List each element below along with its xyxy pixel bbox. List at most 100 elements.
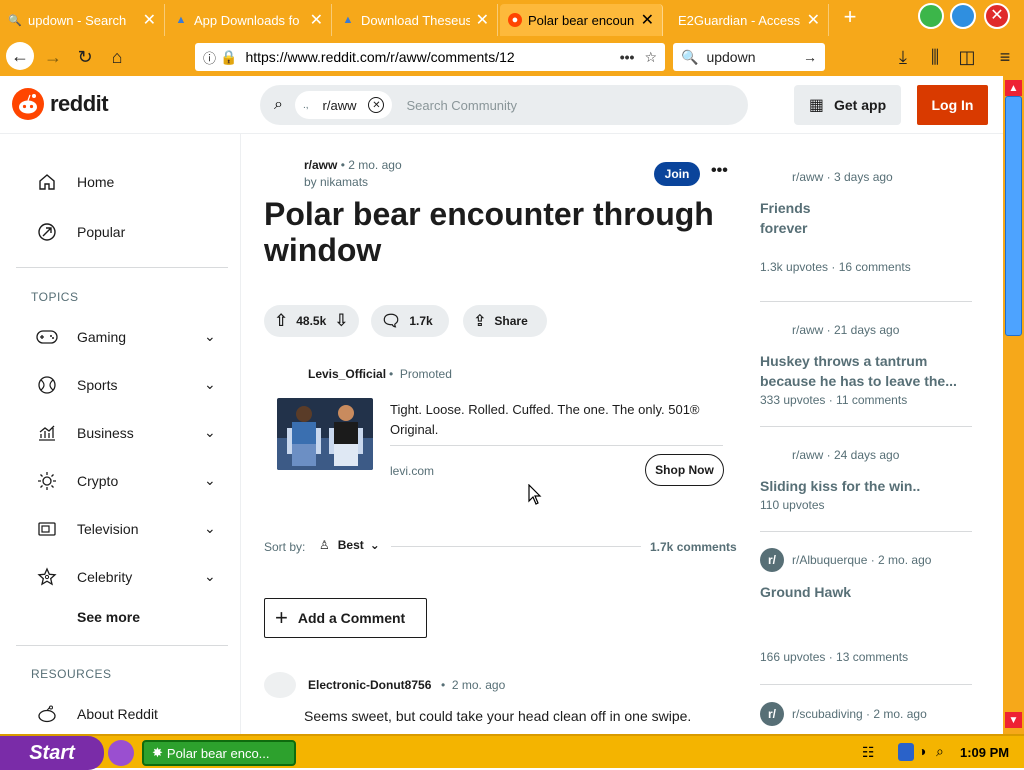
chevron-down-icon[interactable]: ⌄ xyxy=(204,424,216,441)
close-tab-icon[interactable]: ✕ xyxy=(641,10,654,30)
login-button[interactable]: Log In xyxy=(917,85,988,125)
sidebar-item-business[interactable]: Business ⌄ xyxy=(36,421,220,445)
sidebar-toggle-icon[interactable]: ◫ xyxy=(954,45,980,69)
sidebar-item-crypto[interactable]: Crypto ⌄ xyxy=(36,469,220,493)
related-card[interactable]: r/aww · 24 days ago Sliding kiss for the… xyxy=(760,448,972,512)
sidebar-item-sports[interactable]: Sports ⌄ xyxy=(36,373,220,397)
sidebar-item-television[interactable]: Television ⌄ xyxy=(36,517,220,541)
menu-icon[interactable]: ≡ xyxy=(992,45,1018,69)
search-placeholder[interactable]: Search Community xyxy=(406,98,517,113)
back-button[interactable]: ← xyxy=(6,42,34,70)
tab-polar-bear[interactable]: ● Polar bear encoun ✕ xyxy=(500,4,663,36)
sidebar-item-home[interactable]: Home xyxy=(36,170,114,194)
avatar[interactable] xyxy=(264,672,296,698)
minimize-button[interactable] xyxy=(918,3,944,29)
url-text[interactable]: https://www.reddit.com/r/aww/comments/12 xyxy=(245,49,514,65)
tab-e2guardian[interactable]: E2Guardian - Access ✕ xyxy=(664,4,829,36)
sidebar-divider xyxy=(16,267,228,268)
close-tab-icon[interactable]: ✕ xyxy=(310,10,323,30)
related-card[interactable]: r/r/Albuquerque · 2 mo. ago Ground Hawk … xyxy=(760,548,972,664)
tray-volume-icon[interactable]: ◑ xyxy=(918,743,926,759)
comment-author[interactable]: Electronic-Donut8756 xyxy=(308,678,431,692)
shop-now-button[interactable]: Shop Now xyxy=(645,454,724,486)
new-tab-button[interactable]: + xyxy=(838,6,862,30)
vertical-scrollbar[interactable]: ▲ ▼ xyxy=(1003,76,1024,734)
related-meta: r/aww · 21 days ago xyxy=(792,323,900,337)
more-options-icon[interactable]: ••• xyxy=(711,162,728,180)
tray-network-icon[interactable]: ☷ xyxy=(862,744,875,761)
sort-dropdown[interactable]: ♙ Best ⌄ xyxy=(319,538,380,552)
upvote-icon[interactable]: ⇧ xyxy=(274,311,288,331)
tab-updown-search[interactable]: 🔍 updown - Search ✕ xyxy=(0,4,165,36)
start-button[interactable]: Start xyxy=(0,736,104,770)
related-title[interactable]: Huskey throws a tantrum because he has t… xyxy=(760,351,972,391)
url-bar[interactable]: ⓘ 🔒 https://www.reddit.com/r/aww/comment… xyxy=(195,43,665,71)
sidebar-item-celebrity[interactable]: Celebrity ⌄ xyxy=(36,565,220,589)
promo-user[interactable]: Levis_Official xyxy=(308,367,386,381)
quick-launch-icon[interactable] xyxy=(108,740,134,766)
browser-tab-bar: 🔍 updown - Search ✕ ▲ App Downloads fo ✕… xyxy=(0,0,1024,38)
community-chip[interactable]: ., r/aww ✕ xyxy=(294,91,393,119)
download-icon: ▲ xyxy=(342,14,354,26)
home-button[interactable]: ⌂ xyxy=(104,45,130,69)
related-card[interactable]: r/aww · 21 days ago Huskey throws a tant… xyxy=(760,323,972,407)
chevron-down-icon: ⌄ xyxy=(369,538,380,552)
tab-app-downloads[interactable]: ▲ App Downloads fo ✕ xyxy=(166,4,332,36)
close-tab-icon[interactable]: ✕ xyxy=(143,10,156,30)
promo-domain[interactable]: levi.com xyxy=(390,464,434,478)
page-actions-icon[interactable]: ••• xyxy=(620,49,635,65)
share-button[interactable]: ⇪ Share xyxy=(463,305,547,337)
info-icon[interactable]: ⓘ xyxy=(203,48,216,67)
search-go-icon[interactable]: → xyxy=(803,49,817,65)
sidebar-item-about[interactable]: About Reddit xyxy=(36,702,158,726)
clear-chip-icon[interactable]: ✕ xyxy=(368,97,385,113)
comments-button[interactable]: 🗨 1.7k xyxy=(371,305,449,337)
scroll-down-icon[interactable]: ▼ xyxy=(1005,712,1022,728)
community-search[interactable]: ⌕ ., r/aww ✕ Search Community xyxy=(260,85,748,125)
chevron-down-icon[interactable]: ⌄ xyxy=(204,520,216,537)
left-sidebar: Home Popular TOPICS Gaming ⌄ Sports ⌄ Bu… xyxy=(0,134,241,734)
os-taskbar: Start ✸ Polar bear enco... ☷ ◑ ⌕ 1:09 PM xyxy=(0,734,1024,770)
browser-search-box[interactable]: 🔍 updown → xyxy=(673,43,825,71)
downvote-icon[interactable]: ⇩ xyxy=(334,311,348,331)
close-tab-icon[interactable]: ✕ xyxy=(807,10,820,30)
scroll-up-icon[interactable]: ▲ xyxy=(1005,80,1022,96)
reload-button[interactable]: ↻ xyxy=(72,45,98,69)
chevron-down-icon[interactable]: ⌄ xyxy=(204,568,216,585)
tray-search-icon[interactable]: ⌕ xyxy=(936,743,944,760)
promo-image[interactable] xyxy=(277,398,373,470)
downloads-icon[interactable]: ⤓ xyxy=(890,45,916,69)
subreddit-link[interactable]: r/aww xyxy=(304,158,337,172)
tray-shield-icon[interactable] xyxy=(898,743,914,761)
lock-icon: 🔒 xyxy=(220,48,238,65)
forward-button[interactable]: → xyxy=(40,45,66,69)
chevron-down-icon[interactable]: ⌄ xyxy=(204,376,216,393)
chip-label: r/aww xyxy=(322,97,357,113)
add-comment-button[interactable]: + Add a Comment xyxy=(264,598,427,638)
related-title[interactable]: Friends forever xyxy=(760,198,820,238)
close-window-button[interactable]: ✕ xyxy=(984,3,1010,29)
reddit-logo[interactable]: reddit xyxy=(12,88,109,120)
related-card[interactable]: r/r/scubadiving · 2 mo. ago xyxy=(760,702,972,726)
post-author[interactable]: by nikamats xyxy=(304,175,368,189)
chevron-down-icon[interactable]: ⌄ xyxy=(204,472,216,489)
taskbar-item-browser[interactable]: ✸ Polar bear enco... xyxy=(142,740,296,766)
see-more-link[interactable]: See more xyxy=(77,609,140,625)
post-title: Polar bear encounter through window xyxy=(264,196,714,268)
tab-download-theseus[interactable]: ▲ Download Theseus ✕ xyxy=(333,4,498,36)
search-value[interactable]: updown xyxy=(706,49,755,65)
ball-icon xyxy=(36,374,58,396)
library-icon[interactable]: ⫼ xyxy=(922,45,948,69)
related-title[interactable]: Ground Hawk xyxy=(760,582,972,602)
sidebar-item-popular[interactable]: Popular xyxy=(36,220,125,244)
related-title[interactable]: Sliding kiss for the win.. xyxy=(760,476,972,496)
bookmark-star-icon[interactable]: ☆ xyxy=(644,49,657,66)
sidebar-item-gaming[interactable]: Gaming ⌄ xyxy=(36,325,220,349)
chevron-down-icon[interactable]: ⌄ xyxy=(204,328,216,345)
join-button[interactable]: Join xyxy=(654,162,700,186)
close-tab-icon[interactable]: ✕ xyxy=(476,10,489,30)
get-app-button[interactable]: ▦ Get app xyxy=(794,85,901,125)
related-card[interactable]: r/aww · 3 days ago Friends forever 1.3k … xyxy=(760,170,972,274)
maximize-button[interactable] xyxy=(950,3,976,29)
scroll-thumb[interactable] xyxy=(1005,96,1022,336)
